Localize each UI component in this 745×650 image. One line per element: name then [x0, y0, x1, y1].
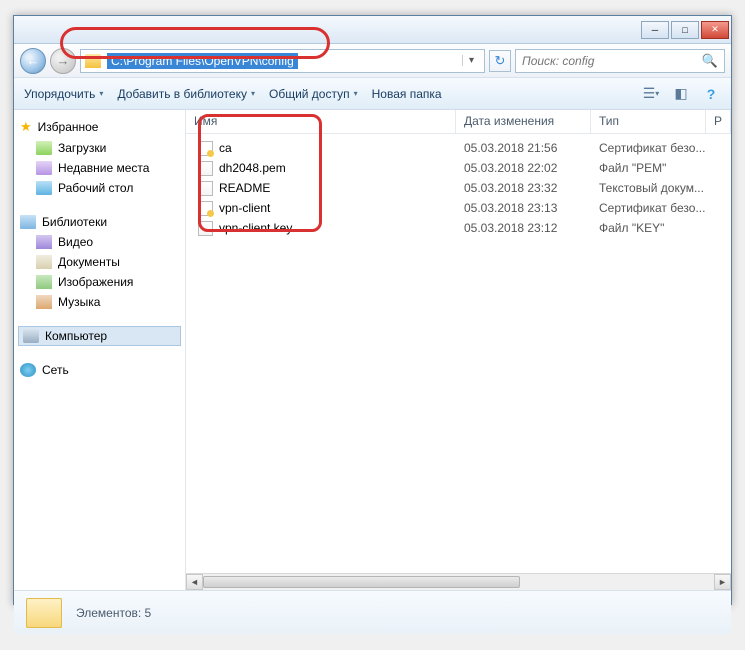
file-row[interactable]: vpn-client05.03.2018 23:13Сертификат без… [186, 198, 731, 218]
file-list: ca05.03.2018 21:56Сертификат безо... dh2… [186, 134, 731, 242]
toolbar: Упорядочить▾ Добавить в библиотеку▾ Общи… [14, 78, 731, 110]
computer-icon [23, 329, 39, 343]
sidebar-item-recent[interactable]: Недавние места [18, 158, 181, 178]
sidebar-item-documents[interactable]: Документы [18, 252, 181, 272]
back-button[interactable]: ← [20, 48, 46, 74]
music-icon [36, 295, 52, 309]
maximize-button[interactable]: □ [671, 21, 699, 39]
search-input[interactable] [522, 54, 702, 68]
sidebar-favorites[interactable]: ★Избранное [18, 116, 181, 138]
file-row[interactable]: ca05.03.2018 21:56Сертификат безо... [186, 138, 731, 158]
sidebar-item-desktop[interactable]: Рабочий стол [18, 178, 181, 198]
sidebar-item-downloads[interactable]: Загрузки [18, 138, 181, 158]
search-icon: 🔍 [702, 53, 718, 69]
folder-large-icon [26, 598, 62, 628]
file-row[interactable]: dh2048.pem05.03.2018 22:02Файл "PEM" [186, 158, 731, 178]
status-bar: Элементов: 5 [14, 590, 731, 634]
view-options-icon[interactable]: ☰▾ [641, 85, 661, 103]
scroll-left-icon[interactable]: ◄ [186, 574, 203, 590]
horizontal-scrollbar[interactable]: ◄ ► [186, 573, 731, 590]
address-dropdown-icon[interactable]: ▾ [462, 55, 480, 66]
libraries-icon [20, 215, 36, 229]
desktop-icon [36, 181, 52, 195]
sidebar-item-images[interactable]: Изображения [18, 272, 181, 292]
star-icon: ★ [20, 119, 32, 135]
file-icon [198, 181, 213, 196]
preview-pane-icon[interactable]: ◧ [671, 85, 691, 103]
sidebar-computer[interactable]: Компьютер [18, 326, 181, 346]
file-row[interactable]: vpn-client.key05.03.2018 23:12Файл "KEY" [186, 218, 731, 238]
downloads-icon [36, 141, 52, 155]
scroll-thumb[interactable] [203, 576, 520, 588]
organize-menu[interactable]: Упорядочить▾ [24, 87, 103, 101]
scroll-right-icon[interactable]: ► [714, 574, 731, 590]
forward-button[interactable]: → [50, 48, 76, 74]
header-size[interactable]: Р [706, 110, 731, 133]
cert-icon [198, 201, 213, 216]
file-icon [198, 161, 213, 176]
help-icon[interactable]: ? [701, 85, 721, 103]
documents-icon [36, 255, 52, 269]
close-button[interactable]: ✕ [701, 21, 729, 39]
sidebar-item-video[interactable]: Видео [18, 232, 181, 252]
network-icon [20, 363, 36, 377]
folder-icon [85, 54, 101, 68]
address-bar[interactable]: C:\Program Files\OpenVPN\config ▾ [80, 49, 485, 73]
explorer-window: ─ □ ✕ ← → C:\Program Files\OpenVPN\confi… [13, 15, 732, 605]
include-library-menu[interactable]: Добавить в библиотеку▾ [117, 87, 255, 101]
titlebar: ─ □ ✕ [14, 16, 731, 44]
video-icon [36, 235, 52, 249]
content-pane: Имя Дата изменения Тип Р ca05.03.2018 21… [186, 110, 731, 590]
header-date[interactable]: Дата изменения [456, 110, 591, 133]
refresh-button[interactable]: ↻ [489, 50, 511, 72]
file-icon [198, 221, 213, 236]
sidebar-network[interactable]: Сеть [18, 360, 181, 380]
recent-icon [36, 161, 52, 175]
sidebar: ★Избранное Загрузки Недавние места Рабоч… [14, 110, 186, 590]
scroll-track[interactable] [203, 574, 714, 590]
header-name[interactable]: Имя [186, 110, 456, 133]
body: ★Избранное Загрузки Недавние места Рабоч… [14, 110, 731, 590]
cert-icon [198, 141, 213, 156]
sidebar-libraries[interactable]: Библиотеки [18, 212, 181, 232]
navbar: ← → C:\Program Files\OpenVPN\config ▾ ↻ … [14, 44, 731, 78]
status-text: Элементов: 5 [76, 606, 151, 620]
new-folder-button[interactable]: Новая папка [372, 87, 442, 101]
column-headers: Имя Дата изменения Тип Р [186, 110, 731, 134]
search-box[interactable]: 🔍 [515, 49, 725, 73]
sidebar-item-music[interactable]: Музыка [18, 292, 181, 312]
share-menu[interactable]: Общий доступ▾ [269, 87, 358, 101]
header-type[interactable]: Тип [591, 110, 706, 133]
images-icon [36, 275, 52, 289]
minimize-button[interactable]: ─ [641, 21, 669, 39]
address-path: C:\Program Files\OpenVPN\config [107, 53, 298, 69]
file-row[interactable]: README05.03.2018 23:32Текстовый докум... [186, 178, 731, 198]
